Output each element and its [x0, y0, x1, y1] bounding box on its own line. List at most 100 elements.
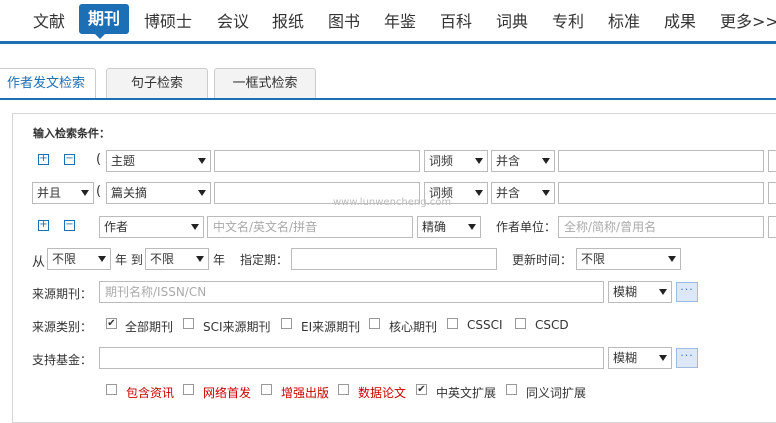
- keyword-input-1[interactable]: [214, 150, 420, 172]
- source-journal-label: 来源期刊：: [32, 287, 93, 301]
- year-label: 年: [213, 253, 226, 267]
- source-journal-mode-value: 模糊: [613, 285, 638, 299]
- tab-simple-search[interactable]: 一框式检索: [214, 68, 316, 99]
- keyword-input-1b[interactable]: [558, 150, 764, 172]
- checkbox-synonym-expand-label: 同义词扩展: [526, 386, 587, 400]
- dropdown-arrow-icon: [542, 158, 550, 164]
- keyword-input-2b[interactable]: [558, 182, 764, 204]
- update-time-select[interactable]: 不限: [576, 248, 681, 270]
- checkbox-include-news-label: 包含资讯: [126, 386, 175, 400]
- checkbox-cssci-label: CSSCI: [467, 318, 503, 332]
- dropdown-arrow-icon: [475, 190, 483, 196]
- freq-select-2b[interactable]: [768, 182, 776, 204]
- dropdown-arrow-icon: [196, 256, 204, 262]
- checkbox-all-journals[interactable]: ✔: [106, 318, 117, 329]
- dropdown-arrow-icon: [198, 190, 206, 196]
- nav-item-achievement[interactable]: 成果: [664, 8, 696, 32]
- remove-row-icon[interactable]: −: [64, 154, 75, 165]
- update-time-value: 不限: [581, 252, 606, 266]
- checkbox-data-paper-label: 数据论文: [358, 386, 407, 400]
- logic-select-2[interactable]: 并含: [491, 182, 555, 204]
- logic-select-2-value: 并含: [496, 186, 521, 200]
- nav-item-patent[interactable]: 专利: [552, 8, 584, 32]
- author-unit-select[interactable]: [768, 216, 776, 238]
- author-name-input[interactable]: 中文名/英文名/拼音: [207, 216, 413, 238]
- match-select-value: 精确: [422, 220, 447, 234]
- specified-period-label: 指定期：: [240, 253, 289, 267]
- nav-item-more[interactable]: 更多>>: [720, 8, 776, 32]
- dropdown-arrow-icon: [542, 190, 550, 196]
- checkbox-cn-en-expand[interactable]: ✔: [416, 384, 427, 395]
- dropdown-arrow-icon: [468, 224, 476, 230]
- nav-item-standard[interactable]: 标准: [608, 8, 640, 32]
- add-author-row-icon[interactable]: +: [38, 220, 49, 231]
- source-journal-input[interactable]: 期刊名称/ISSN/CN: [99, 281, 604, 303]
- op-select-2-value: 并且: [37, 186, 62, 200]
- fund-picker-icon[interactable]: ···: [676, 348, 698, 368]
- nav-item-encyclopedia[interactable]: 百科: [440, 8, 472, 32]
- fund-mode-select[interactable]: 模糊: [608, 347, 672, 369]
- nav-item-books[interactable]: 图书: [328, 8, 360, 32]
- nav-item-thesis[interactable]: 博硕士: [144, 8, 192, 32]
- checkbox-ei-label: EI来源期刊: [301, 320, 361, 334]
- nav-item-journal-label: 期刊: [88, 9, 121, 28]
- field-select-2[interactable]: 篇关摘: [106, 182, 211, 204]
- checkbox-all-journals-label: 全部期刊: [125, 320, 174, 334]
- to-year-value: 不限: [150, 252, 175, 266]
- nav-item-yearbook[interactable]: 年鉴: [384, 8, 416, 32]
- journal-picker-icon[interactable]: ···: [676, 282, 698, 302]
- checkbox-enhanced-pub-label: 增强出版: [281, 386, 330, 400]
- field-select-1[interactable]: 主题: [106, 150, 211, 172]
- author-field-select[interactable]: 作者: [99, 216, 204, 238]
- to-year-select[interactable]: 不限: [145, 248, 209, 270]
- logic-select-1[interactable]: 并含: [491, 150, 555, 172]
- author-unit-label: 作者单位：: [496, 220, 557, 234]
- watermark: www.lunwencheng.com: [333, 197, 452, 208]
- top-navigation: 文献 期刊 博硕士 会议 报纸 图书 年鉴 百科 词典 专利 标准 成果 更多>…: [0, 0, 776, 44]
- checkbox-sci[interactable]: [183, 318, 194, 329]
- freq-select-1b[interactable]: [768, 150, 776, 172]
- author-field-select-value: 作者: [104, 220, 129, 234]
- checkbox-cscd[interactable]: [515, 318, 526, 329]
- checkbox-cn-en-expand-label: 中英文扩展: [436, 386, 497, 400]
- dropdown-arrow-icon: [668, 256, 676, 262]
- open-paren: (: [96, 152, 102, 167]
- fund-input[interactable]: [99, 347, 604, 369]
- checkbox-core[interactable]: [369, 318, 380, 329]
- checkbox-cscd-label: CSCD: [535, 318, 569, 332]
- specified-period-input[interactable]: [291, 248, 497, 270]
- dropdown-arrow-icon: [81, 190, 89, 196]
- checkbox-cssci[interactable]: [447, 318, 458, 329]
- checkbox-include-news[interactable]: [106, 384, 117, 395]
- nav-item-dictionary[interactable]: 词典: [496, 8, 528, 32]
- fund-mode-value: 模糊: [613, 351, 638, 365]
- update-time-label: 更新时间：: [512, 253, 573, 267]
- dropdown-arrow-icon: [198, 158, 206, 164]
- fund-label: 支持基金：: [32, 353, 93, 367]
- dropdown-arrow-icon: [475, 158, 483, 164]
- checkbox-ei[interactable]: [281, 318, 292, 329]
- tab-author-search[interactable]: 作者发文检索: [0, 68, 96, 99]
- match-select[interactable]: 精确: [417, 216, 481, 238]
- source-journal-mode-select[interactable]: 模糊: [608, 281, 672, 303]
- checkbox-online-first[interactable]: [183, 384, 194, 395]
- nav-item-journal[interactable]: 期刊: [79, 4, 130, 39]
- add-row-icon[interactable]: +: [38, 154, 49, 165]
- nav-item-newspaper[interactable]: 报纸: [272, 8, 304, 32]
- from-label: 从: [32, 255, 46, 270]
- checkbox-synonym-expand[interactable]: [506, 384, 517, 395]
- nav-item-literature[interactable]: 文献: [33, 8, 65, 32]
- tab-sentence-search[interactable]: 句子检索: [106, 68, 208, 99]
- from-year-select[interactable]: 不限: [47, 248, 111, 270]
- checkbox-core-label: 核心期刊: [389, 320, 438, 334]
- nav-item-conference[interactable]: 会议: [217, 8, 249, 32]
- checkbox-enhanced-pub[interactable]: [261, 384, 272, 395]
- op-select-2[interactable]: 并且: [32, 182, 94, 204]
- remove-author-row-icon[interactable]: −: [64, 220, 75, 231]
- author-unit-input[interactable]: 全称/简称/曾用名: [558, 216, 764, 238]
- source-type-label: 来源类别：: [32, 320, 93, 334]
- checkbox-data-paper[interactable]: [338, 384, 349, 395]
- freq-select-1[interactable]: 词频: [424, 150, 488, 172]
- section-title: 输入检索条件：: [33, 127, 110, 140]
- freq-select-1-value: 词频: [429, 154, 454, 168]
